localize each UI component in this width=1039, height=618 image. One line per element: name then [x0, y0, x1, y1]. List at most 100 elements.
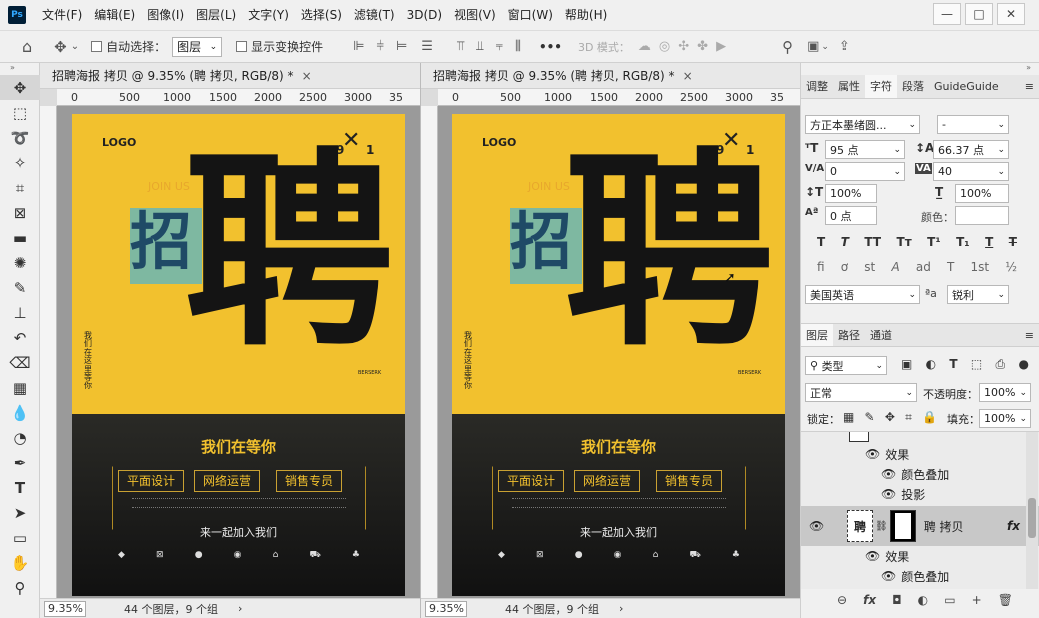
tab-paths[interactable]: 路径 [833, 324, 865, 346]
canvas-area[interactable]: LOGO ✕ 9 1 JOIN US 招 聘 我们在这里等你 BERSERK 我… [57, 106, 420, 598]
eye-icon[interactable]: 👁 [881, 569, 896, 583]
old-style-button[interactable]: ơ [841, 260, 848, 274]
ordinals-button[interactable]: 1st [971, 260, 990, 274]
adjustment-layer-icon[interactable]: ◐ [918, 593, 928, 607]
dodge-tool[interactable]: ◔ [0, 425, 40, 450]
frame-tool[interactable]: ⊠ [0, 200, 40, 225]
menu-3d[interactable]: 3D(D) [401, 0, 448, 30]
tab-adjustments[interactable]: 调整 [801, 75, 833, 98]
layers-menu-icon[interactable]: ≡ [1020, 324, 1039, 346]
layer-row[interactable]: 👁投影 [801, 586, 1039, 589]
menu-filter[interactable]: 滤镜(T) [348, 0, 401, 30]
lock-transparency-icon[interactable]: ▦ [843, 410, 854, 425]
zoom-field[interactable]: 9.35% [44, 600, 86, 617]
tracking-field[interactable]: 40 ⌄ [933, 162, 1009, 181]
distribute-center-icon[interactable]: ⫫ [476, 39, 483, 54]
menu-help[interactable]: 帮助(H) [559, 0, 613, 30]
blend-mode-select[interactable]: 正常 ⌄ [805, 383, 917, 402]
filter-pixel-icon[interactable]: ▣ [901, 357, 912, 372]
lock-all-icon[interactable]: 🔒 [922, 410, 937, 425]
eye-icon[interactable]: 👁 [865, 447, 880, 461]
healing-tool[interactable]: ✺ [0, 250, 40, 275]
lock-pixels-icon[interactable]: ✎ [865, 410, 875, 425]
selected-layer-row[interactable]: 👁 聘 ⛓ 聘 拷贝 fx [801, 506, 1039, 546]
fractions-button[interactable]: ½ [1005, 260, 1017, 274]
workspace-icon[interactable]: ▣ [807, 39, 819, 54]
swash-button[interactable]: A [891, 260, 899, 274]
gradient-tool[interactable]: ▦ [0, 375, 40, 400]
panel-menu-icon[interactable]: ≡ [1020, 75, 1039, 98]
font-size-field[interactable]: 95 点 ⌄ [825, 140, 905, 159]
menu-type[interactable]: 文字(Y) [242, 0, 295, 30]
superscript-button[interactable]: T¹ [927, 235, 940, 249]
show-transform-checkbox[interactable] [236, 41, 248, 52]
type-tool[interactable]: T [0, 475, 40, 500]
home-icon[interactable]: ⌂ [22, 37, 32, 56]
discretionary-ligatures-button[interactable]: st [864, 260, 875, 274]
3d-camera-icon[interactable]: ▶ [716, 39, 726, 54]
distribute-top-icon[interactable]: ⫪ [457, 39, 464, 54]
distribute-h-icon[interactable]: ⫼ [515, 39, 521, 54]
collapse-icon[interactable]: » [0, 63, 39, 75]
font-style-select[interactable]: - ⌄ [937, 115, 1009, 134]
document-tab-2[interactable]: 招聘海报 拷贝 @ 9.35% (聘 拷贝, RGB/8) * × [421, 63, 800, 89]
antialias-select[interactable]: 锐利 ⌄ [947, 285, 1009, 304]
move-tool-icon[interactable]: ✥ [54, 38, 67, 56]
status-arrow-icon[interactable]: › [619, 602, 623, 615]
3d-roll-icon[interactable]: ◎ [659, 39, 670, 54]
tab-paragraph[interactable]: 段落 [897, 75, 929, 98]
all-caps-button[interactable]: TT [864, 235, 881, 249]
align-center-icon[interactable]: ⫩ [376, 39, 383, 54]
tab-guideguide[interactable]: GuideGuide [929, 75, 1004, 98]
leading-field[interactable]: 66.37 点 ⌄ [933, 140, 1009, 159]
zoom-field[interactable]: 9.35% [425, 600, 467, 617]
add-mask-icon[interactable]: ◘ [892, 593, 902, 607]
align-left-icon[interactable]: ⊫ [353, 39, 364, 54]
shape-tool[interactable]: ▭ [0, 525, 40, 550]
maximize-button[interactable]: □ [965, 3, 993, 25]
opacity-field[interactable]: 100% ⌄ [979, 383, 1031, 402]
minimize-button[interactable]: — [933, 3, 961, 25]
zoom-tool[interactable]: ⚲ [0, 575, 40, 600]
tab-properties[interactable]: 属性 [833, 75, 865, 98]
eye-icon[interactable]: 👁 [881, 487, 896, 501]
filter-adjustment-icon[interactable]: ◐ [926, 357, 936, 372]
ruler-tool[interactable]: ▬ [0, 225, 40, 250]
blur-tool[interactable]: 💧 [0, 400, 40, 425]
status-arrow-icon[interactable]: › [238, 602, 242, 615]
layer-row[interactable]: 👁 颜色叠加 [801, 464, 1039, 484]
layer-mask-thumbnail[interactable] [889, 510, 916, 542]
marquee-tool[interactable]: ⬚ [0, 100, 40, 125]
filter-type-icon[interactable]: T [949, 357, 957, 372]
fx-badge[interactable]: fx [1007, 519, 1020, 533]
auto-select-dropdown[interactable]: 图层 ⌄ [172, 36, 223, 57]
add-style-icon[interactable]: fx [863, 593, 876, 607]
filter-shape-icon[interactable]: ⬚ [971, 357, 982, 372]
horizontal-scale-field[interactable]: 100% [955, 184, 1009, 203]
layer-row[interactable]: 👁 效果 [801, 444, 1039, 464]
menu-view[interactable]: 视图(V) [448, 0, 502, 30]
move-tool[interactable]: ✥ [0, 75, 40, 100]
link-layers-icon[interactable]: ⊖ [837, 593, 847, 607]
delete-layer-icon[interactable]: 🗑 [998, 593, 1013, 607]
panel-collapse-icon[interactable]: » [801, 63, 1039, 75]
canvas-area[interactable]: LOGO ✕ 9 1 JOIN US 招 聘 我们在这里等你 BERSERK 我… [438, 106, 800, 598]
magic-wand-tool[interactable]: ✧ [0, 150, 40, 175]
brush-tool[interactable]: ✎ [0, 275, 40, 300]
lock-artboard-icon[interactable]: ⌗ [905, 410, 912, 425]
workspace-chevron-icon[interactable]: ⌄ [821, 42, 829, 52]
chevron-down-icon[interactable]: ⌄ [71, 41, 79, 52]
layers-scrollbar[interactable] [1026, 432, 1038, 589]
new-group-icon[interactable]: ▭ [944, 593, 955, 607]
menu-layer[interactable]: 图层(L) [190, 0, 242, 30]
stamp-tool[interactable]: ⊥ [0, 300, 40, 325]
eraser-tool[interactable]: ⌫ [0, 350, 40, 375]
3d-pan-icon[interactable]: ✣ [678, 39, 689, 54]
tab-channels[interactable]: 通道 [865, 324, 897, 346]
stylistic-alternates-button[interactable]: ad [916, 260, 931, 274]
ligatures-button[interactable]: fi [817, 260, 825, 274]
pen-tool[interactable]: ✒ [0, 450, 40, 475]
titling-alternates-button[interactable]: T [947, 260, 954, 274]
history-brush-tool[interactable]: ↶ [0, 325, 40, 350]
layer-filter-select[interactable]: ⚲ 类型 ⌄ [805, 356, 887, 375]
